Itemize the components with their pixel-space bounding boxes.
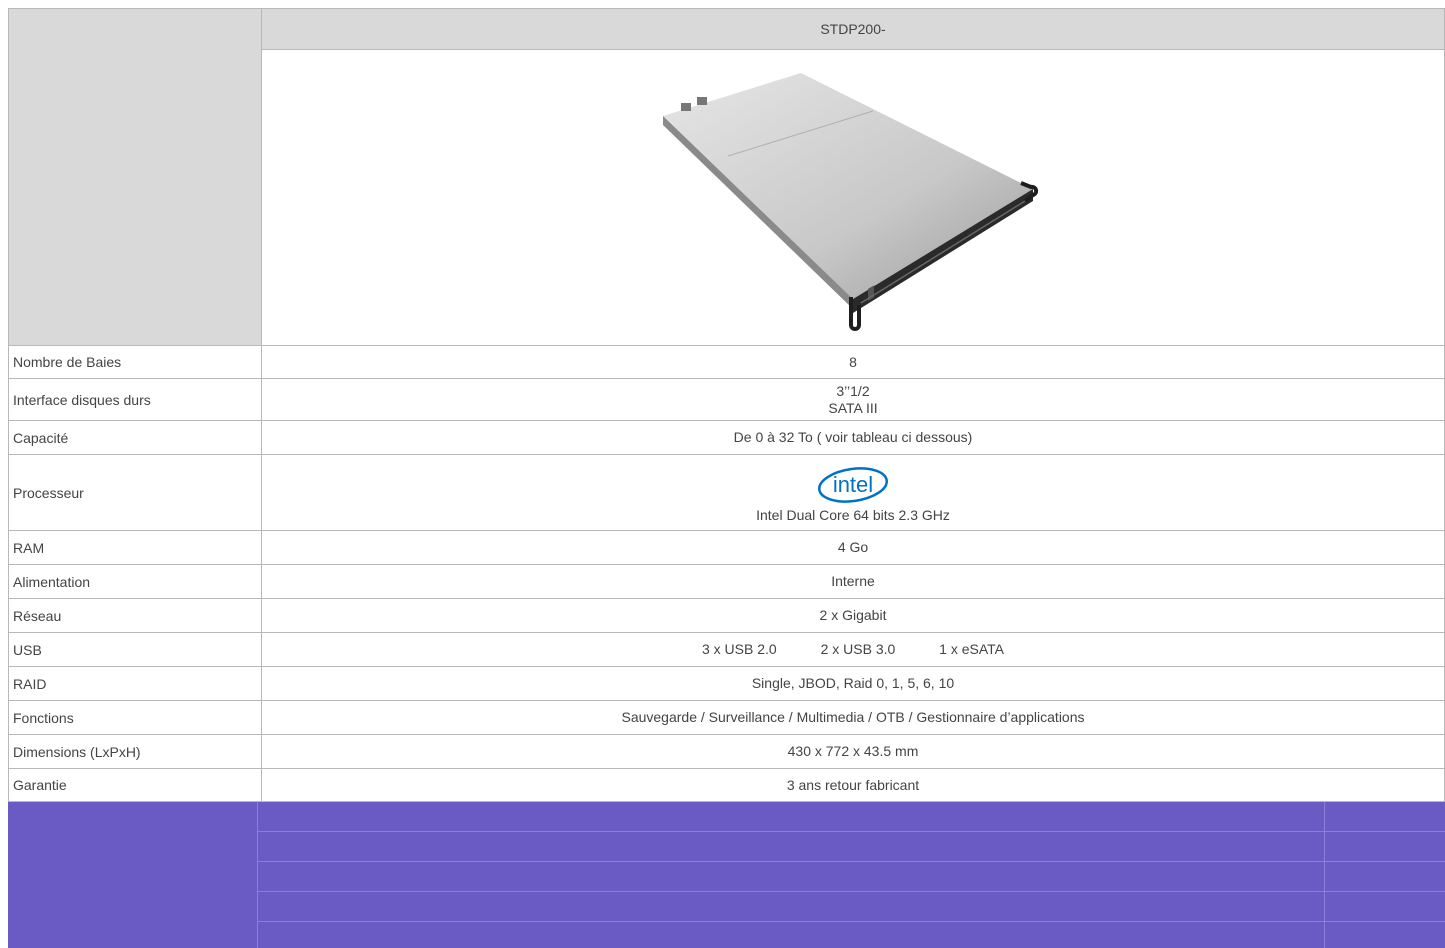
model-name: STDP200-: [261, 8, 1445, 50]
power-label: Alimentation: [8, 564, 262, 599]
network-label: Réseau: [8, 598, 262, 633]
capacity-label: Capacité: [8, 420, 262, 455]
capacity-table: [8, 802, 1445, 948]
product-image-cell: [261, 49, 1445, 346]
bays-value: 8: [261, 345, 1445, 379]
power-value: Interne: [261, 564, 1445, 599]
usb-label: USB: [8, 632, 262, 667]
processor-label: Processeur: [8, 454, 262, 531]
raid-value: Single, JBOD, Raid 0, 1, 5, 6, 10: [261, 666, 1445, 701]
interface-size: 3’’1/2: [836, 382, 870, 399]
capacity-table-row: [258, 832, 1445, 862]
functions-value: Sauvegarde / Surveillance / Multimedia /…: [261, 700, 1445, 735]
interface-value: 3’’1/2 SATA III: [261, 378, 1445, 421]
warranty-label: Garantie: [8, 768, 262, 802]
nas-rack-server-image: [663, 73, 1039, 331]
intel-logo: intel: [818, 467, 888, 503]
dimensions-value: 430 x 772 x 43.5 mm: [261, 734, 1445, 769]
interface-label: Interface disques durs: [8, 378, 262, 421]
interface-type: SATA III: [828, 399, 878, 416]
svg-text:intel: intel: [833, 472, 873, 497]
spec-table: STDP200- Nombre de Baies 8 Interface dis…: [8, 8, 1445, 802]
capacity-table-header-cell: [8, 802, 258, 948]
usb-3-ports: 2 x USB 3.0: [820, 641, 896, 657]
usb-2-ports: 3 x USB 2.0: [701, 641, 777, 657]
capacity-value: De 0 à 32 To ( voir tableau ci dessous): [261, 420, 1445, 455]
processor-value-cell: intel Intel Dual Core 64 bits 2.3 GHz: [261, 454, 1445, 531]
functions-label: Fonctions: [8, 700, 262, 735]
corner-cell: [8, 8, 262, 346]
usb-value: 3 x USB 2.0 2 x USB 3.0 1 x eSATA: [261, 632, 1445, 667]
warranty-value: 3 ans retour fabricant: [261, 768, 1445, 802]
capacity-table-row: [258, 862, 1445, 892]
bays-label: Nombre de Baies: [8, 345, 262, 379]
capacity-table-row: [258, 802, 1445, 832]
capacity-table-row: [258, 892, 1445, 922]
ram-value: 4 Go: [261, 530, 1445, 565]
ram-label: RAM: [8, 530, 262, 565]
dimensions-label: Dimensions (LxPxH): [8, 734, 262, 769]
esata-ports: 1 x eSATA: [939, 641, 1005, 657]
network-value: 2 x Gigabit: [261, 598, 1445, 633]
capacity-table-row: [258, 922, 1445, 948]
raid-label: RAID: [8, 666, 262, 701]
processor-value: Intel Dual Core 64 bits 2.3 GHz: [756, 507, 950, 523]
